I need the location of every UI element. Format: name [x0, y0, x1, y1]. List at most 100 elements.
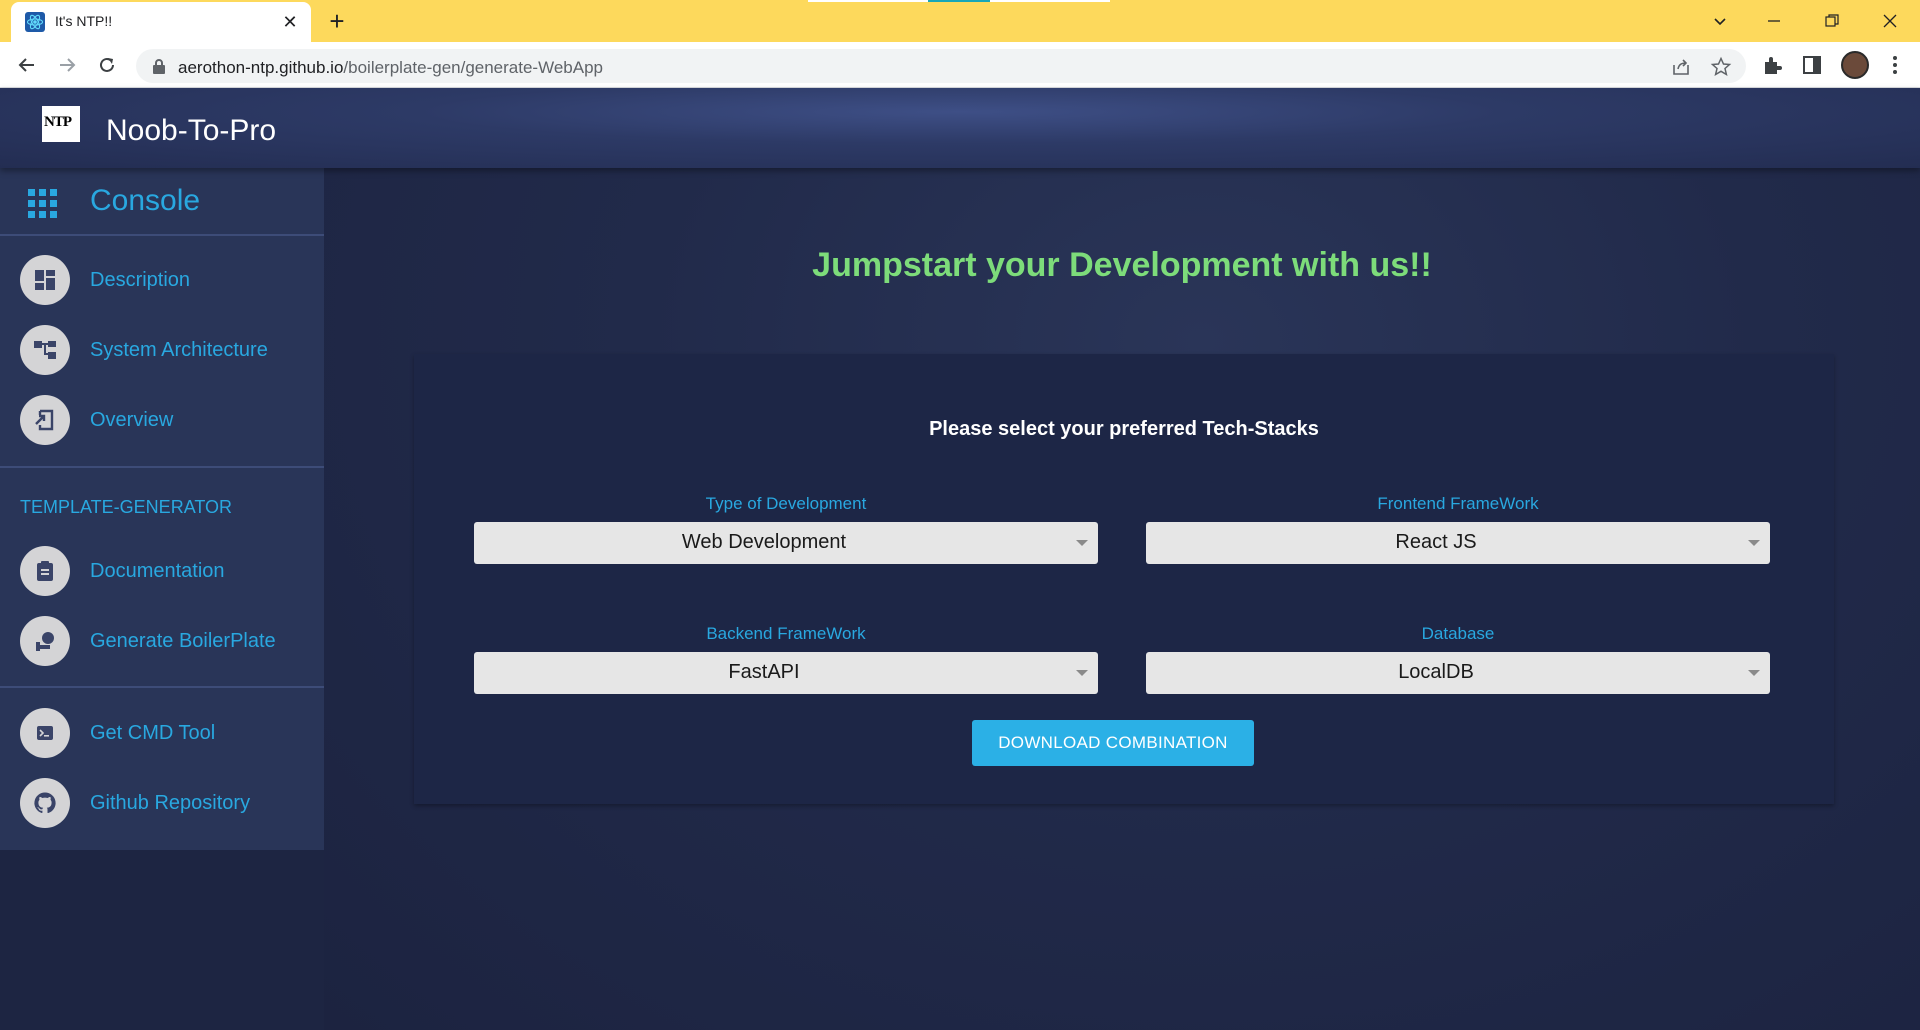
backend-framework-select[interactable]: FastAPI — [474, 652, 1098, 694]
forward-button[interactable] — [52, 50, 82, 80]
caret-down-icon — [1748, 670, 1760, 676]
architecture-icon — [34, 341, 56, 359]
more-menu-icon[interactable] — [1884, 54, 1906, 76]
chevron-down-icon — [1714, 18, 1726, 26]
field-label: Frontend FrameWork — [1377, 494, 1539, 513]
side-icon-circle — [20, 546, 70, 596]
dashboard-icon — [35, 270, 55, 290]
browser-toolbar: aerothon-ntp.github.io/boilerplate-gen/g… — [0, 42, 1920, 88]
new-tab-button[interactable]: + — [322, 8, 352, 36]
minimize-button[interactable] — [1756, 6, 1792, 36]
tab-search-button[interactable] — [1702, 6, 1738, 36]
side-icon-circle — [20, 255, 70, 305]
ntp-logo[interactable]: NTP — [42, 106, 80, 142]
close-window-button[interactable] — [1872, 6, 1908, 36]
side-panel-icon[interactable] — [1801, 54, 1823, 76]
sidebar-divider — [0, 686, 324, 688]
tab-title: It's NTP!! — [55, 13, 113, 29]
select-value: React JS — [1395, 531, 1477, 553]
sidebar-item-label: Description — [90, 269, 191, 291]
caret-down-icon — [1748, 540, 1760, 546]
star-icon[interactable] — [1710, 56, 1732, 78]
sidebar-item-label: Github Repository — [90, 792, 251, 814]
app-header: NTP Noob-To-Pro — [0, 88, 1920, 168]
share-icon[interactable] — [1670, 56, 1692, 78]
side-icon-circle — [20, 395, 70, 445]
sidebar-empty-area — [0, 850, 324, 1030]
field-label: Backend FrameWork — [706, 624, 866, 643]
logo-text: NTP — [44, 114, 72, 130]
react-favicon-icon — [25, 12, 45, 32]
restore-button[interactable] — [1814, 6, 1850, 36]
tab-close-icon[interactable]: ✕ — [279, 11, 301, 33]
download-combination-button[interactable]: DOWNLOAD COMBINATION — [972, 720, 1254, 766]
sidebar-item-label: Documentation — [90, 560, 225, 582]
app-title[interactable]: Noob-To-Pro — [106, 114, 276, 148]
field-label: Type of Development — [705, 494, 867, 513]
browser-tab-bar: It's NTP!! ✕ + — [0, 0, 1920, 42]
caret-down-icon — [1076, 540, 1088, 546]
select-value: FastAPI — [728, 661, 800, 683]
restore-icon — [1825, 14, 1839, 27]
tab-strip-edge — [990, 0, 1110, 2]
field-type-of-development: Type of Development Web Development — [474, 494, 1098, 564]
select-value: Web Development — [681, 531, 847, 553]
sidebar-item-overview[interactable]: Overview — [0, 391, 324, 451]
url-host: aerothon-ntp.github.io — [178, 58, 344, 77]
section-title-template-generator: TEMPLATE-GENERATOR — [20, 497, 233, 517]
sidebar-item-label: Generate BoilerPlate — [90, 630, 276, 652]
field-frontend-framework: Frontend FrameWork React JS — [1146, 494, 1770, 564]
browser-tab[interactable]: It's NTP!! ✕ — [11, 2, 311, 42]
console-label: Console — [90, 184, 201, 217]
sidebar-item-system-architecture[interactable]: System Architecture — [0, 321, 324, 381]
select-value: LocalDB — [1398, 661, 1474, 683]
side-icon-circle — [20, 708, 70, 758]
reload-icon — [100, 57, 114, 72]
sidebar-item-label: Get CMD Tool — [90, 722, 216, 744]
sidebar-item-label: System Architecture — [90, 339, 268, 361]
sidebar-item-label: Overview — [90, 409, 174, 431]
back-button[interactable] — [12, 50, 42, 80]
field-label: Database — [1421, 624, 1495, 643]
arrow-right-icon — [60, 58, 76, 72]
sidebar-divider — [0, 466, 324, 468]
card-title: Please select your preferred Tech-Stacks — [929, 418, 1319, 440]
github-icon — [34, 792, 56, 814]
clipboard-icon — [37, 561, 53, 581]
caret-down-icon — [1076, 670, 1088, 676]
sidebar-item-documentation[interactable]: Documentation — [0, 542, 324, 602]
close-icon — [1883, 14, 1897, 28]
arrow-left-icon — [18, 58, 34, 72]
field-database: Database LocalDB — [1146, 624, 1770, 694]
sidebar-item-description[interactable]: Description — [0, 251, 324, 311]
page-title: Jumpstart your Development with us!! — [812, 246, 1432, 284]
generate-icon — [36, 632, 54, 651]
sidebar-item-get-cmd-tool[interactable]: Get CMD Tool — [0, 704, 324, 764]
extensions-icon[interactable] — [1761, 54, 1783, 76]
database-select[interactable]: LocalDB — [1146, 652, 1770, 694]
side-icon-circle — [20, 778, 70, 828]
sidebar-item-generate-boilerplate[interactable]: Generate BoilerPlate — [0, 612, 324, 672]
main-content: Jumpstart your Development with us!! Ple… — [324, 168, 1920, 1030]
tech-stack-card: Please select your preferred Tech-Stacks… — [414, 354, 1834, 804]
side-icon-circle — [20, 325, 70, 375]
url-text[interactable]: aerothon-ntp.github.io/boilerplate-gen/g… — [178, 58, 603, 78]
sidebar-item-github-repository[interactable]: Github Repository — [0, 774, 324, 834]
url-path: /boilerplate-gen/generate-WebApp — [343, 58, 603, 77]
lock-icon[interactable] — [152, 58, 166, 74]
tab-strip-indicator — [928, 0, 990, 2]
profile-avatar[interactable] — [1841, 51, 1869, 79]
sidebar-console-header[interactable]: Console — [0, 168, 324, 236]
tab-strip-edge — [808, 0, 928, 2]
terminal-icon — [37, 726, 53, 740]
apps-grid-icon — [28, 189, 57, 218]
type-of-development-select[interactable]: Web Development — [474, 522, 1098, 564]
overview-icon — [35, 409, 54, 431]
frontend-framework-select[interactable]: React JS — [1146, 522, 1770, 564]
field-backend-framework: Backend FrameWork FastAPI — [474, 624, 1098, 694]
address-bar[interactable]: aerothon-ntp.github.io/boilerplate-gen/g… — [136, 49, 1746, 83]
reload-button[interactable] — [92, 50, 122, 80]
side-icon-circle — [20, 616, 70, 666]
minimize-icon — [1768, 20, 1780, 22]
sidebar: Console Description System Architecture … — [0, 168, 324, 850]
